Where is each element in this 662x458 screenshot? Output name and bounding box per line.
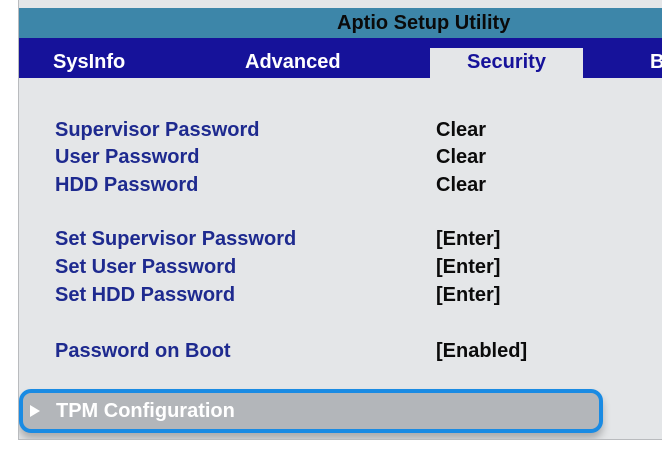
supervisor-password-status: Clear: [436, 119, 487, 141]
tpm-configuration-item[interactable]: TPM Configuration: [19, 389, 603, 433]
password-on-boot-value[interactable]: [Enabled]: [436, 337, 527, 365]
tab-advanced[interactable]: Advanced: [245, 48, 341, 78]
tab-security[interactable]: Security: [430, 48, 583, 78]
set-supervisor-password-label: Set Supervisor Password: [55, 228, 297, 250]
user-password-status: Clear: [436, 146, 487, 168]
bios-setup-window: Aptio Setup Utility SysInfo Advanced Sec…: [18, 0, 662, 440]
password-on-boot-label: Password on Boot: [55, 340, 231, 362]
set-user-password-action[interactable]: [Enter]: [436, 253, 500, 281]
tab-sysinfo[interactable]: SysInfo: [53, 48, 125, 78]
app-title: Aptio Setup Utility: [337, 12, 511, 34]
user-password-label: User Password: [55, 146, 200, 168]
submenu-arrow-icon: [30, 405, 40, 417]
set-user-password-label: Set User Password: [55, 256, 237, 278]
set-supervisor-password-action[interactable]: [Enter]: [436, 225, 500, 253]
supervisor-password-label: Supervisor Password: [55, 119, 260, 141]
tab-boot[interactable]: B: [650, 48, 662, 78]
hdd-password-label: HDD Password: [55, 174, 199, 196]
tab-bar: SysInfo Advanced Security B: [19, 38, 662, 78]
set-hdd-password-action[interactable]: [Enter]: [436, 281, 500, 309]
hdd-password-status: Clear: [436, 174, 487, 196]
set-hdd-password-label: Set HDD Password: [55, 284, 236, 306]
title-bar: Aptio Setup Utility: [19, 8, 662, 38]
tpm-configuration-label: TPM Configuration: [56, 400, 235, 422]
